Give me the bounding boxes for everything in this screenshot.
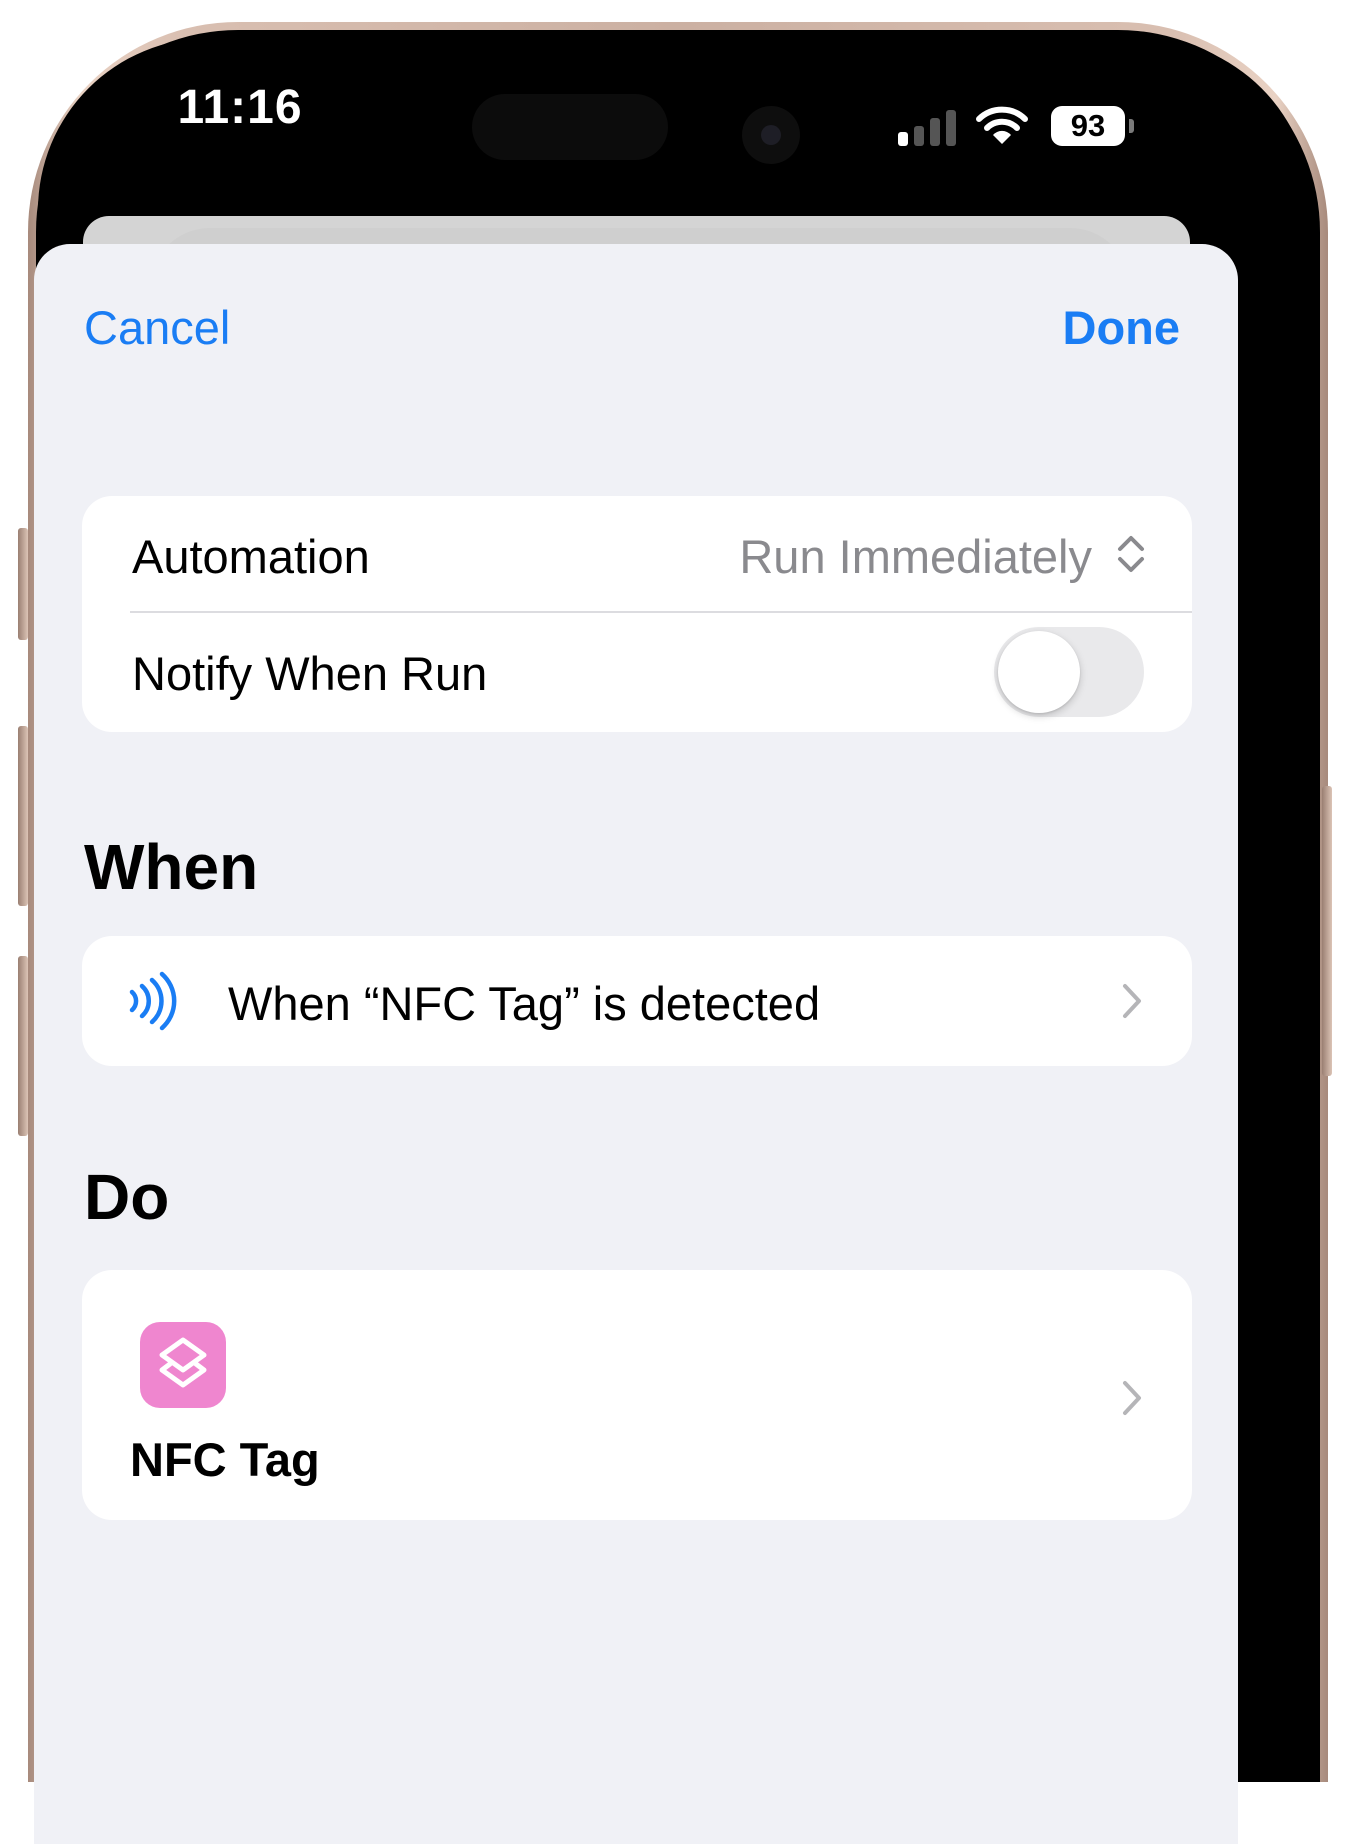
notify-toggle[interactable] [994,627,1144,717]
do-section-title: Do [84,1161,170,1233]
dynamic-island [472,94,668,160]
action-button [18,528,28,640]
front-camera [742,106,800,164]
automation-row[interactable]: Automation Run Immediately [82,496,1192,612]
chevron-up-down-icon [1118,536,1144,572]
notify-label: Notify When Run [132,647,488,700]
battery-indicator: 93 [1051,106,1125,146]
settings-card: Automation Run Immediately Notify When R… [82,496,1192,732]
done-button[interactable]: Done [1063,300,1181,355]
action-card[interactable]: NFC Tag [82,1270,1192,1520]
volume-up-button [18,726,28,906]
chevron-right-icon [1123,984,1141,1018]
notify-row: Notify When Run [82,613,1192,732]
volume-down-button [18,956,28,1136]
automation-label: Automation [132,530,370,583]
cellular-signal-icon [898,106,958,146]
wifi-icon [976,106,1028,144]
nfc-icon [129,971,177,1031]
cancel-button[interactable]: Cancel [84,300,230,355]
trigger-card[interactable]: When “NFC Tag” is detected [82,936,1192,1066]
status-time: 11:16 [177,81,303,134]
battery-tip [1129,119,1134,133]
toggle-knob [998,631,1080,713]
shortcuts-icon [140,1322,226,1408]
shortcut-name: NFC Tag [130,1433,320,1486]
automation-value[interactable]: Run Immediately [739,529,1092,584]
when-section-title: When [84,831,259,903]
power-button [1322,786,1332,1076]
trigger-label: When “NFC Tag” is detected [228,977,821,1030]
chevron-right-icon [1123,1381,1141,1415]
